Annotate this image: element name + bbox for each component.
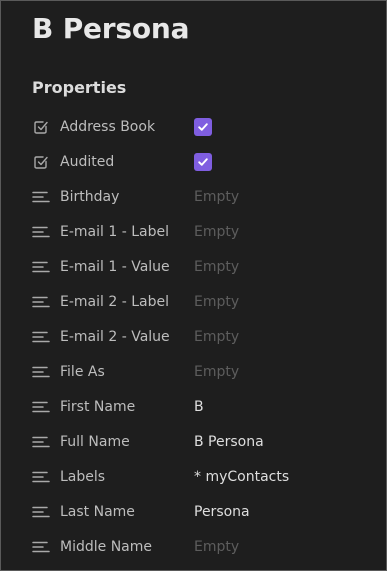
property-value[interactable]: Persona <box>194 504 250 520</box>
property-value[interactable]: * myContacts <box>194 469 289 485</box>
property-row: Last Name Persona <box>1 494 386 529</box>
text-lines-icon[interactable] <box>32 468 50 486</box>
check-icon <box>197 121 209 133</box>
property-row: Labels * myContacts <box>1 459 386 494</box>
property-name[interactable]: E-mail 2 - Value <box>60 329 170 345</box>
property-name[interactable]: First Name <box>60 399 135 415</box>
property-row: Audited <box>1 144 386 179</box>
property-value[interactable]: Empty <box>194 259 239 275</box>
text-lines-icon[interactable] <box>32 258 50 276</box>
property-name[interactable]: File As <box>60 364 105 380</box>
text-lines-icon[interactable] <box>32 503 50 521</box>
property-name[interactable]: Full Name <box>60 434 130 450</box>
property-row: E-mail 2 - Label Empty <box>1 284 386 319</box>
checkbox-square-icon[interactable] <box>32 153 50 171</box>
property-name[interactable]: E-mail 1 - Label <box>60 224 169 240</box>
property-value[interactable]: B <box>194 399 204 415</box>
property-row: File As Empty <box>1 354 386 389</box>
text-lines-icon[interactable] <box>32 363 50 381</box>
property-name[interactable]: Address Book <box>60 119 155 135</box>
checkbox-square-icon[interactable] <box>32 118 50 136</box>
text-lines-icon[interactable] <box>32 293 50 311</box>
property-value[interactable]: B Persona <box>194 434 264 450</box>
property-name[interactable]: Last Name <box>60 504 135 520</box>
text-lines-icon[interactable] <box>32 433 50 451</box>
property-row: E-mail 1 - Value Empty <box>1 249 386 284</box>
text-lines-icon[interactable] <box>32 398 50 416</box>
property-row: First Name B <box>1 389 386 424</box>
property-value[interactable]: Empty <box>194 329 239 345</box>
text-lines-icon[interactable] <box>32 223 50 241</box>
property-row: E-mail 1 - Label Empty <box>1 214 386 249</box>
check-icon <box>197 156 209 168</box>
property-value[interactable]: Empty <box>194 364 239 380</box>
text-lines-icon[interactable] <box>32 328 50 346</box>
property-name[interactable]: E-mail 2 - Label <box>60 294 169 310</box>
property-checkbox[interactable] <box>194 117 212 136</box>
property-row: Birthday Empty <box>1 179 386 214</box>
properties-heading[interactable]: Properties <box>32 77 126 99</box>
property-row: E-mail 2 - Value Empty <box>1 319 386 354</box>
properties-panel: B Persona Properties Address Book Audited… <box>0 0 387 571</box>
properties-list: Address Book Audited Birthday Empty E-mail 1… <box>1 109 386 564</box>
property-name[interactable]: Audited <box>60 154 114 170</box>
property-name[interactable]: Birthday <box>60 189 119 205</box>
text-lines-icon[interactable] <box>32 188 50 206</box>
property-value[interactable]: Empty <box>194 294 239 310</box>
property-name[interactable]: E-mail 1 - Value <box>60 259 170 275</box>
property-name[interactable]: Labels <box>60 469 105 485</box>
property-row: Full Name B Persona <box>1 424 386 459</box>
text-lines-icon[interactable] <box>32 538 50 556</box>
property-row: Address Book <box>1 109 386 144</box>
page-title: B Persona <box>32 12 190 45</box>
property-row: Middle Name Empty <box>1 529 386 564</box>
property-checkbox[interactable] <box>194 152 212 171</box>
property-value[interactable]: Empty <box>194 539 239 555</box>
property-value[interactable]: Empty <box>194 224 239 240</box>
property-name[interactable]: Middle Name <box>60 539 152 555</box>
property-value[interactable]: Empty <box>194 189 239 205</box>
